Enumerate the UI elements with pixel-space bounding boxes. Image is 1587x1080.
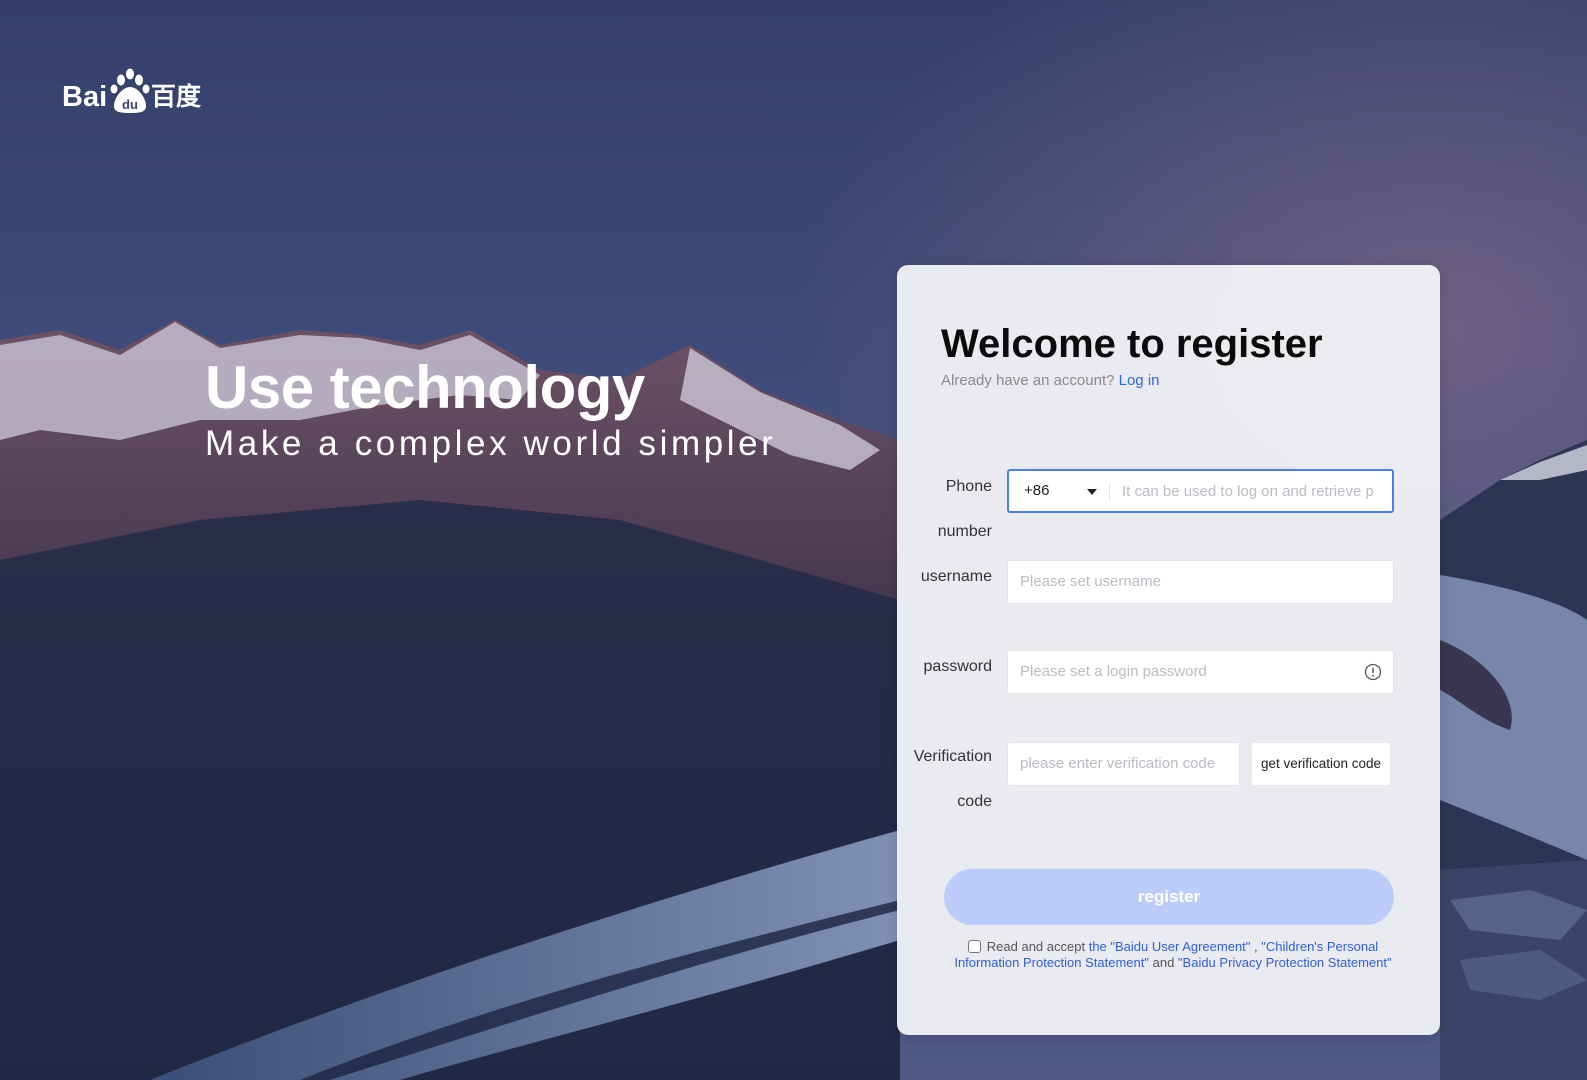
field-divider [1109, 482, 1110, 502]
login-prompt: Already have an account? Log in [941, 371, 1160, 391]
hero-title: Use technology [205, 354, 645, 421]
form-title: Welcome to register [941, 322, 1323, 366]
already-account-text: Already have an account? [941, 372, 1115, 389]
privacy-protection-link[interactable]: "Baidu Privacy Protection Statement" [1178, 955, 1392, 970]
password-label: password [923, 658, 992, 675]
hero-subtitle: Make a complex world simpler [205, 424, 777, 463]
caret-down-icon [1087, 489, 1097, 495]
user-agreement-link[interactable]: the "Baidu User Agreement" [1089, 939, 1251, 954]
login-link[interactable]: Log in [1119, 372, 1160, 389]
agreement-separator-1: , [1250, 939, 1262, 954]
username-label: username [920, 568, 992, 585]
logo-paw-text: du [122, 97, 138, 112]
info-circle-icon[interactable] [1364, 663, 1382, 681]
agreement-separator-2: and [1149, 955, 1178, 970]
country-code-value: +86 [1024, 482, 1050, 499]
logo-text-chinese: 百度 [151, 82, 202, 111]
agreement-prefix: Read and accept [986, 939, 1086, 954]
username-input[interactable]: Please set username [1007, 560, 1394, 604]
agreement-checkbox[interactable] [967, 940, 981, 953]
paw-icon: du [110, 68, 150, 113]
agreement-row: Read and accept the "Baidu User Agreemen… [953, 939, 1393, 971]
password-placeholder: Please set a login password [1020, 663, 1207, 680]
username-placeholder: Please set username [1020, 573, 1161, 590]
verification-label-line1: Verification [913, 748, 992, 765]
register-card: Welcome to register Already have an acco… [897, 265, 1440, 1035]
phone-label-line2: number [937, 523, 992, 540]
register-button[interactable]: register [944, 869, 1394, 925]
phone-input-placeholder[interactable]: It can be used to log on and retrieve p [1122, 482, 1384, 502]
phone-label-line1: Phone [945, 478, 992, 495]
logo-text-latin: Bai [62, 81, 108, 113]
password-input[interactable]: Please set a login password [1007, 650, 1394, 694]
phone-field[interactable]: +86 It can be used to log on and retriev… [1007, 469, 1394, 513]
verification-label-line2: code [957, 793, 992, 810]
get-verification-code-button[interactable]: get verification code [1251, 742, 1391, 786]
baidu-logo[interactable]: Bai du 百度 [62, 66, 212, 116]
verification-code-input[interactable]: please enter verification code [1007, 742, 1240, 786]
verification-placeholder: please enter verification code [1020, 755, 1216, 772]
